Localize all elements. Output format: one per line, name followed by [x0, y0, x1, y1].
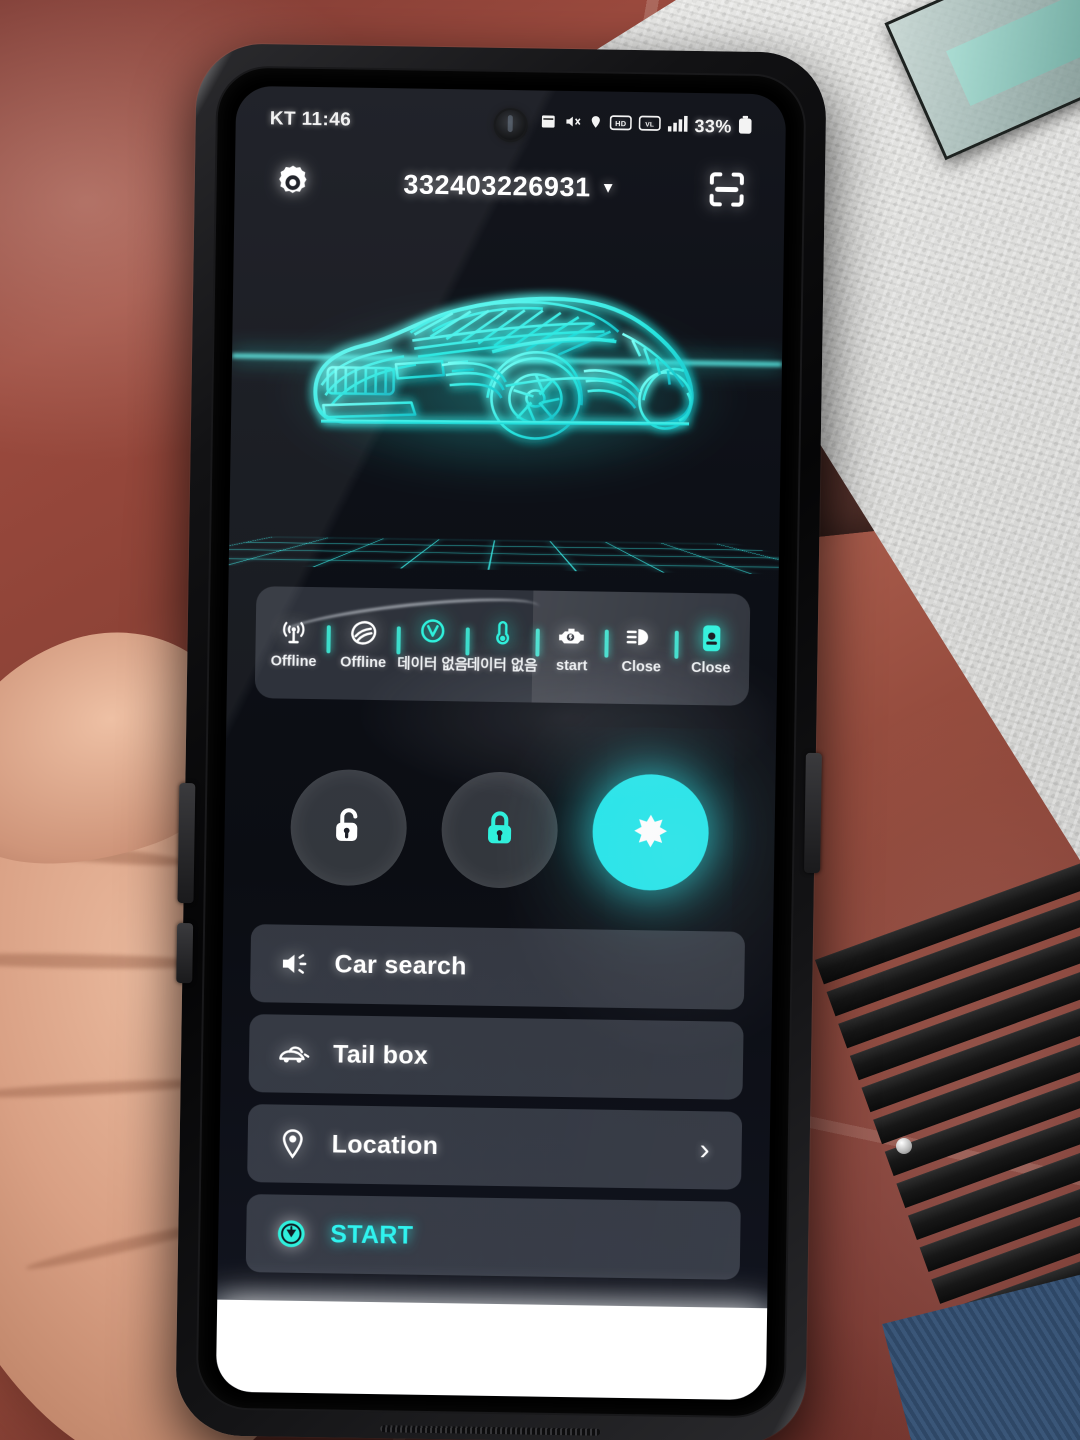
location-pin-icon — [275, 1128, 309, 1161]
row-label: Tail box — [332, 1039, 429, 1070]
door-battery-icon — [698, 623, 724, 653]
hd-badge-icon: HD — [609, 114, 632, 135]
status-carrier-time: KT 11:46 — [269, 108, 352, 131]
status-icons-group: HD VL 33% — [539, 112, 752, 138]
unlock-icon — [325, 802, 372, 854]
device-id-selector[interactable]: 332403226931 ▼ — [403, 169, 616, 203]
status-label: Offline — [340, 653, 387, 671]
battery-percent-label: 33% — [694, 115, 732, 137]
gear-icon[interactable] — [266, 156, 319, 209]
strip-divider — [604, 629, 610, 658]
smartphone: KT 11:46 HD VL 33% 332403226931 ▼ Offlin… — [175, 43, 827, 1440]
location-pin-icon — [588, 113, 602, 135]
mute-icon — [563, 113, 581, 135]
headlight-icon — [625, 621, 657, 651]
action-list: Car search Tail box Location › START — [245, 924, 746, 1280]
power-circle-icon — [274, 1217, 309, 1252]
primary-action-buttons — [223, 746, 775, 915]
phone-screen: KT 11:46 HD VL 33% 332403226931 ▼ Offlin… — [215, 85, 787, 1401]
asterisk-icon — [631, 810, 672, 856]
strip-divider — [465, 627, 470, 656]
status-label: start — [555, 657, 588, 674]
lock-button[interactable] — [440, 771, 559, 889]
status-item-engine[interactable]: start — [540, 620, 604, 674]
status-label: Close — [621, 658, 662, 676]
row-label: Car search — [334, 949, 467, 980]
lock-icon — [476, 804, 523, 856]
location-row[interactable]: Location › — [247, 1104, 743, 1190]
power-button[interactable] — [804, 752, 822, 874]
volume-button[interactable] — [177, 782, 196, 904]
alarm-icon — [539, 113, 556, 135]
engine-icon — [556, 620, 588, 650]
svg-text:VL: VL — [645, 121, 654, 128]
horn-speaker-icon — [278, 949, 312, 980]
strip-divider — [674, 630, 679, 659]
unlock-button[interactable] — [289, 768, 408, 887]
status-label: 데이터 없음 — [397, 656, 469, 674]
chevron-right-icon: › — [699, 1133, 710, 1167]
start-row[interactable]: START — [245, 1194, 741, 1280]
strip-divider — [535, 628, 540, 657]
status-item-headlight[interactable]: Close — [609, 621, 673, 675]
panel-screw — [896, 1138, 912, 1154]
signal-bars-icon — [667, 115, 688, 136]
status-label: 데이터 없음 — [466, 657, 538, 675]
qr-scan-icon[interactable] — [700, 163, 753, 216]
tail-box-row[interactable]: Tail box — [248, 1014, 744, 1100]
neon-wireframe-car-icon — [290, 255, 723, 482]
battery-icon — [738, 115, 752, 138]
system-navigation-bar[interactable] — [215, 1299, 768, 1401]
car-hero-visual — [228, 236, 784, 575]
app-top-bar: 332403226931 ▼ — [234, 144, 785, 229]
chevron-down-icon: ▼ — [600, 178, 617, 197]
device-id-label: 332403226931 — [403, 168, 591, 202]
volte-badge-icon: VL — [638, 115, 661, 136]
svg-text:HD: HD — [615, 119, 626, 128]
volume-down-button[interactable] — [176, 922, 194, 984]
status-label: Close — [690, 659, 731, 677]
car-search-row[interactable]: Car search — [249, 924, 746, 1010]
remote-start-button[interactable] — [592, 773, 710, 892]
car-trunk-icon — [277, 1040, 311, 1069]
row-label: START — [330, 1219, 414, 1250]
status-label: Offline — [270, 652, 317, 670]
perspective-grid — [228, 536, 784, 575]
row-label: Location — [331, 1129, 439, 1160]
status-item-door[interactable]: Close — [679, 622, 743, 676]
